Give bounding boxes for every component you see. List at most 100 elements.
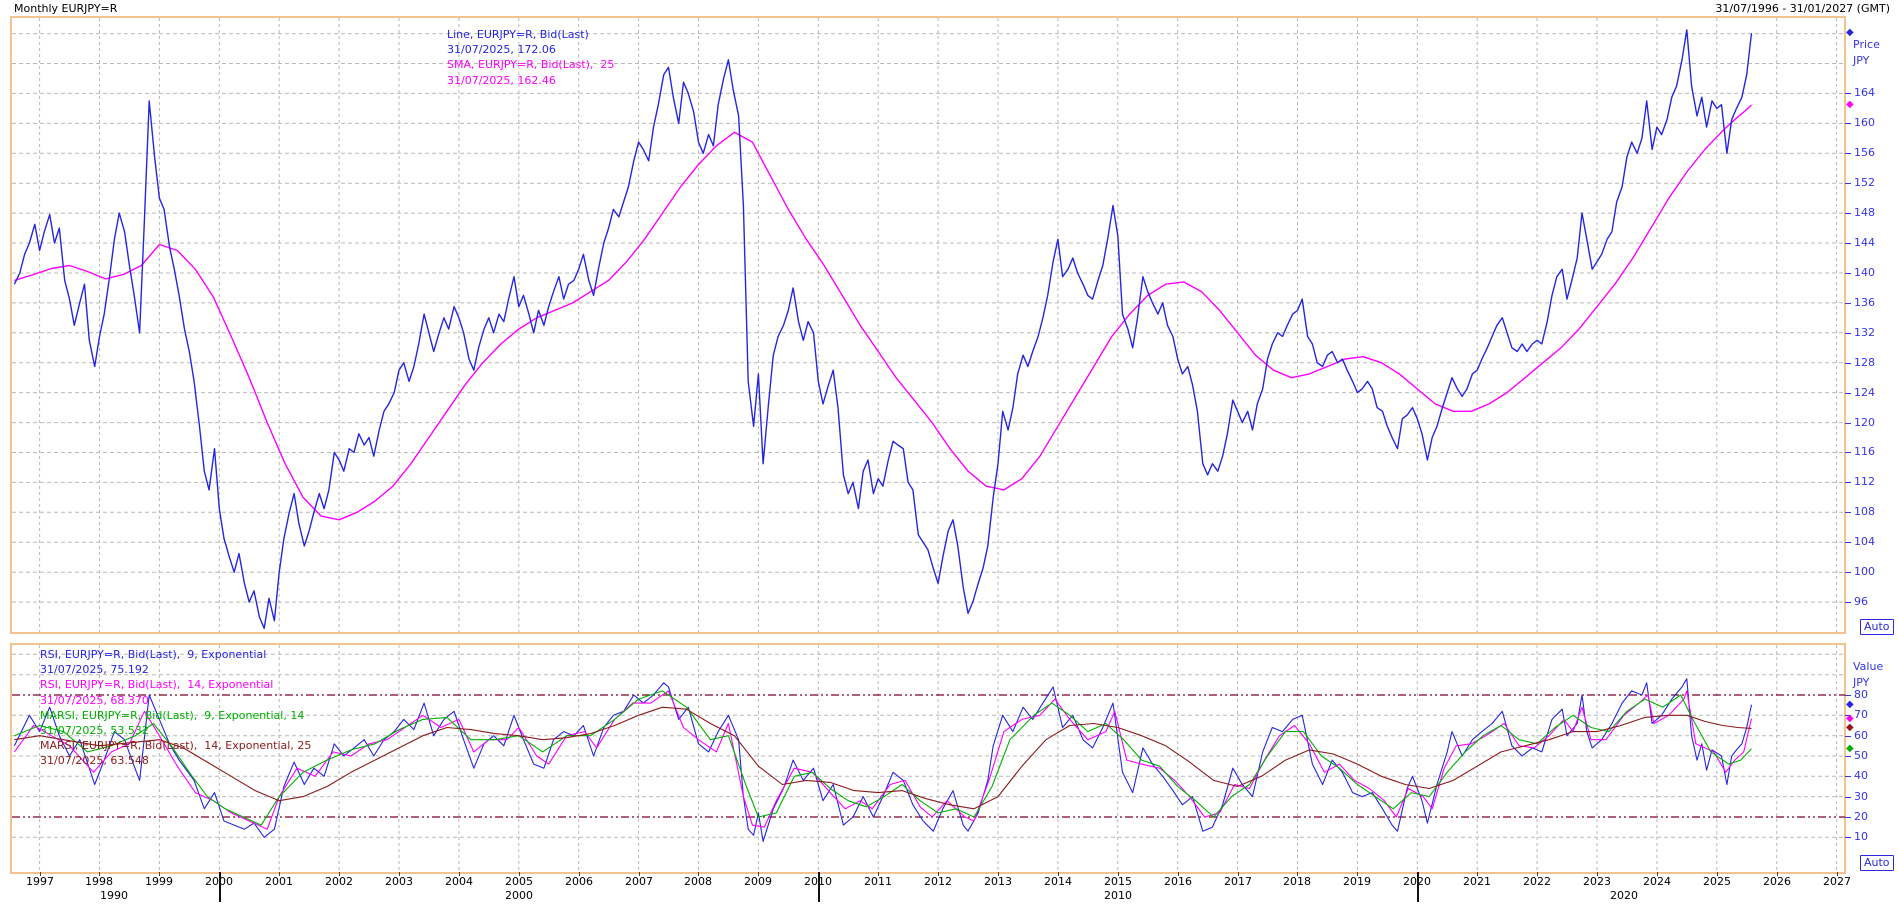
legend-series-value: 31/07/2025, 63.548 bbox=[40, 753, 311, 768]
year-label: 1999 bbox=[137, 875, 181, 888]
axis-tick-label: 30 bbox=[1854, 790, 1868, 803]
axis-tick-label: 160 bbox=[1854, 116, 1875, 129]
axis-tick-label: 164 bbox=[1854, 86, 1875, 99]
year-label: 2018 bbox=[1275, 875, 1319, 888]
axis-tick-label: 112 bbox=[1854, 475, 1875, 488]
year-label: 2006 bbox=[557, 875, 601, 888]
axis-tick-label: 120 bbox=[1854, 416, 1875, 429]
value-axis-title: Value bbox=[1853, 660, 1883, 673]
legend-series-label[interactable]: RSI, EURJPY=R, Bid(Last), 9, Exponential bbox=[40, 647, 311, 662]
chart-window: Monthly EURJPY=R 31/07/1996 - 31/01/2027… bbox=[0, 0, 1898, 909]
price-axis-unit: JPY bbox=[1853, 54, 1869, 67]
year-label: 2017 bbox=[1216, 875, 1260, 888]
date-range-label: 31/07/1996 - 31/01/2027 (GMT) bbox=[1715, 2, 1890, 15]
axis-tick-mark bbox=[1845, 837, 1851, 838]
year-label: 2021 bbox=[1455, 875, 1499, 888]
axis-tick-label: 144 bbox=[1854, 236, 1875, 249]
axis-tick-mark bbox=[1845, 512, 1851, 513]
legend-series-value: 31/07/2025, 162.46 bbox=[447, 73, 614, 88]
price-axis-auto-button[interactable]: Auto bbox=[1860, 619, 1894, 635]
axis-tick-mark bbox=[1845, 695, 1851, 696]
axis-tick-label: 50 bbox=[1854, 749, 1868, 762]
legend-series-label[interactable]: RSI, EURJPY=R, Bid(Last), 14, Exponentia… bbox=[40, 677, 311, 692]
axis-tick-mark bbox=[1845, 93, 1851, 94]
magenta-last-value-marker-icon: ◆ bbox=[1846, 100, 1854, 110]
year-label: 2001 bbox=[257, 875, 301, 888]
axis-tick-label: 20 bbox=[1854, 810, 1868, 823]
year-label: 2011 bbox=[856, 875, 900, 888]
decade-label: 2000 bbox=[497, 889, 541, 902]
axis-tick-label: 40 bbox=[1854, 769, 1868, 782]
decade-tick-mark bbox=[219, 872, 221, 902]
axis-tick-label: 124 bbox=[1854, 386, 1875, 399]
axis-tick-label: 10 bbox=[1854, 830, 1868, 843]
axis-tick-label: 96 bbox=[1854, 595, 1868, 608]
legend-series-value: 31/07/2025, 53.532 bbox=[40, 723, 311, 738]
axis-tick-label: 60 bbox=[1854, 729, 1868, 742]
year-label: 2025 bbox=[1695, 875, 1739, 888]
green-last-value-marker-icon: ◆ bbox=[1846, 744, 1854, 754]
year-label: 2004 bbox=[437, 875, 481, 888]
year-label: 2015 bbox=[1096, 875, 1140, 888]
price-axis-title: Price bbox=[1853, 38, 1880, 51]
axis-tick-label: 80 bbox=[1854, 688, 1868, 701]
year-label: 2019 bbox=[1335, 875, 1379, 888]
axis-tick-mark bbox=[1845, 572, 1851, 573]
year-label: 2002 bbox=[317, 875, 361, 888]
year-label: 1997 bbox=[18, 875, 62, 888]
value-axis-auto-button[interactable]: Auto bbox=[1860, 855, 1894, 871]
decade-tick-mark bbox=[1417, 872, 1419, 902]
axis-tick-mark bbox=[1845, 452, 1851, 453]
axis-tick-label: 148 bbox=[1854, 206, 1875, 219]
year-label: 2009 bbox=[736, 875, 780, 888]
axis-tick-mark bbox=[1845, 423, 1851, 424]
axis-tick-mark bbox=[1845, 602, 1851, 603]
axis-tick-label: 136 bbox=[1854, 296, 1875, 309]
decade-label: 1990 bbox=[92, 889, 136, 902]
axis-tick-label: 70 bbox=[1854, 708, 1868, 721]
axis-tick-label: 156 bbox=[1854, 146, 1875, 159]
year-label: 1998 bbox=[77, 875, 121, 888]
year-label: 2014 bbox=[1036, 875, 1080, 888]
axis-tick-label: 100 bbox=[1854, 565, 1875, 578]
axis-tick-label: 140 bbox=[1854, 266, 1875, 279]
axis-tick-mark bbox=[1845, 183, 1851, 184]
axis-tick-label: 104 bbox=[1854, 535, 1875, 548]
year-label: 2013 bbox=[976, 875, 1020, 888]
decade-label: 2020 bbox=[1602, 889, 1646, 902]
axis-tick-mark bbox=[1845, 797, 1851, 798]
chart-title: Monthly EURJPY=R bbox=[14, 2, 117, 15]
blue-last-value-marker-icon: ◆ bbox=[1846, 28, 1854, 38]
legend-series-value: 31/07/2025, 75.192 bbox=[40, 662, 311, 677]
price-legend[interactable]: Line, EURJPY=R, Bid(Last)31/07/2025, 172… bbox=[447, 27, 614, 88]
year-label: 2024 bbox=[1635, 875, 1679, 888]
year-label: 2005 bbox=[497, 875, 541, 888]
legend-series-label[interactable]: SMA, EURJPY=R, Bid(Last), 25 bbox=[447, 57, 614, 72]
axis-tick-mark bbox=[1845, 756, 1851, 757]
blue-series-line[interactable] bbox=[14, 30, 1751, 628]
rsi-legend[interactable]: RSI, EURJPY=R, Bid(Last), 9, Exponential… bbox=[40, 647, 311, 769]
axis-tick-mark bbox=[1845, 736, 1851, 737]
axis-tick-mark bbox=[1845, 482, 1851, 483]
price-chart-area[interactable] bbox=[12, 18, 1845, 632]
year-label: 2012 bbox=[916, 875, 960, 888]
legend-series-label[interactable]: Line, EURJPY=R, Bid(Last) bbox=[447, 27, 614, 42]
year-label: 2026 bbox=[1755, 875, 1799, 888]
decade-label: 2010 bbox=[1096, 889, 1140, 902]
axis-tick-mark bbox=[1845, 213, 1851, 214]
legend-series-label[interactable]: MARSI, EURJPY=R, Bid(Last), 9, Exponenti… bbox=[40, 708, 311, 723]
year-label: 2027 bbox=[1815, 875, 1859, 888]
dark_red-last-value-marker-icon: ◆ bbox=[1846, 723, 1854, 733]
year-label: 2023 bbox=[1575, 875, 1619, 888]
axis-tick-label: 132 bbox=[1854, 326, 1875, 339]
axis-tick-mark bbox=[1845, 303, 1851, 304]
axis-tick-label: 116 bbox=[1854, 445, 1875, 458]
year-label: 2007 bbox=[617, 875, 661, 888]
axis-tick-label: 128 bbox=[1854, 356, 1875, 369]
year-label: 2022 bbox=[1515, 875, 1559, 888]
axis-tick-label: 108 bbox=[1854, 505, 1875, 518]
legend-series-value: 31/07/2025, 68.370 bbox=[40, 693, 311, 708]
gridlines bbox=[12, 18, 1845, 632]
magenta-series-line[interactable] bbox=[14, 105, 1751, 520]
legend-series-label[interactable]: MARSI, EURJPY=R, Bid(Last), 14, Exponent… bbox=[40, 738, 311, 753]
